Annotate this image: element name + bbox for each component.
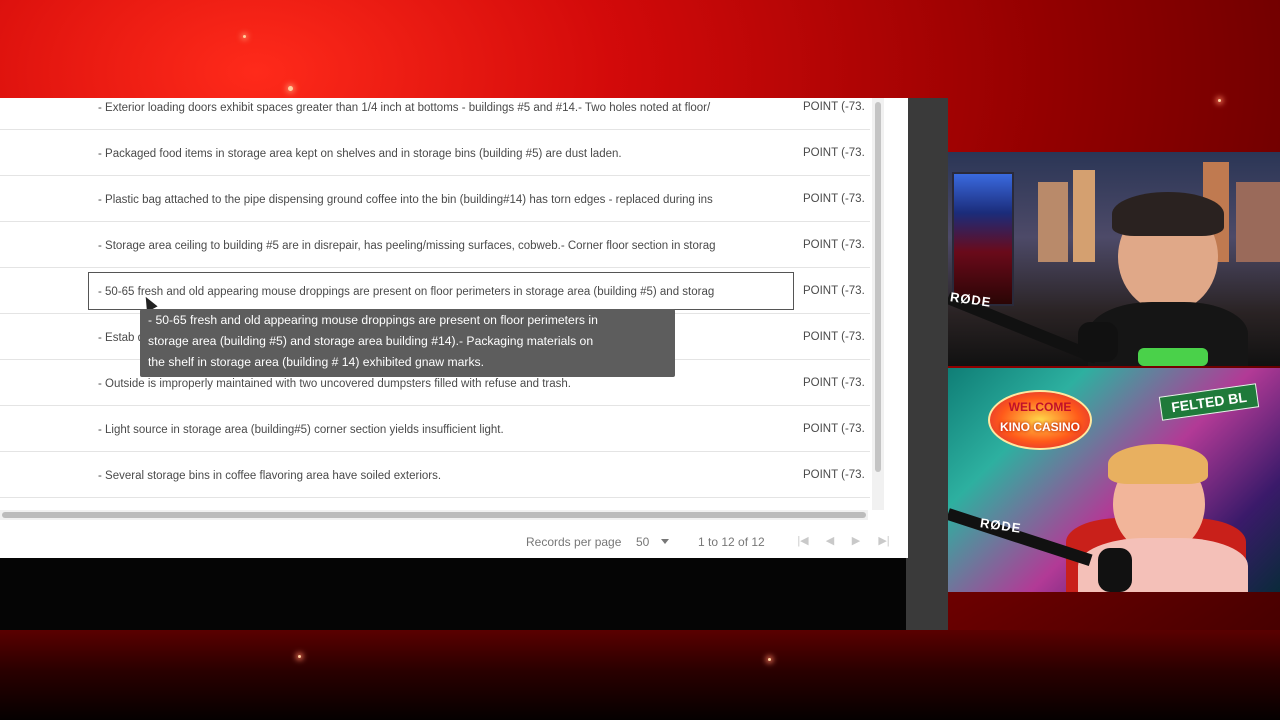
building-shape (1038, 182, 1068, 262)
location-cell: POINT (-73. (803, 285, 865, 297)
welcome-sign-top-text: WELCOME (1008, 400, 1072, 414)
description-cell: - 50-65 fresh and old appearing mouse dr… (98, 285, 715, 298)
stream-background-bottom (0, 630, 1280, 720)
street-sign: FELTED BL (1158, 383, 1260, 421)
shirt-print (1138, 348, 1208, 366)
spark-decoration (768, 658, 771, 661)
tooltip-line: storage area (building #5) and storage a… (148, 334, 594, 348)
location-cell: POINT (-73. (803, 101, 865, 113)
vertical-scrollbar[interactable] (872, 98, 884, 510)
microphone-shape (1098, 548, 1132, 592)
building-shape (1236, 182, 1280, 262)
capture-shadow (0, 558, 906, 630)
table-row[interactable]: - Light source in storage area (building… (0, 406, 870, 452)
horizontal-scrollbar[interactable] (0, 510, 868, 520)
location-cell: POINT (-73. (803, 423, 865, 435)
spark-decoration (1218, 99, 1221, 102)
location-cell: POINT (-73. (803, 469, 865, 481)
description-cell: - Plastic bag attached to the pipe dispe… (98, 193, 713, 206)
location-cell: POINT (-73. (803, 147, 865, 159)
records-per-page-label: Records per page (526, 535, 622, 549)
headphones-shape (1112, 192, 1224, 236)
table-row-selected[interactable]: - 50-65 fresh and old appearing mouse dr… (0, 268, 870, 314)
tooltip-line: the shelf in storage area (building # 14… (148, 355, 485, 369)
welcome-sign-bottom-text: KINO CASINO (999, 420, 1080, 434)
spark-decoration (243, 35, 246, 38)
table-row[interactable]: - Several storage bins in coffee flavori… (0, 452, 870, 498)
location-cell: POINT (-73. (803, 193, 865, 205)
vertical-scrollbar-thumb[interactable] (875, 102, 881, 472)
location-cell: POINT (-73. (803, 239, 865, 251)
page-range-text: 1 to 12 of 12 (698, 535, 765, 549)
table-row[interactable]: - Packaged food items in storage area ke… (0, 130, 870, 176)
description-cell: - Several storage bins in coffee flavori… (98, 469, 442, 482)
microphone-shape (1078, 322, 1118, 362)
building-shape (1073, 170, 1095, 262)
spark-decoration (298, 655, 301, 658)
description-cell: - Exterior loading doors exhibit spaces … (98, 101, 711, 114)
location-cell: POINT (-73. (803, 377, 865, 389)
description-cell: - Storage area ceiling to building #5 ar… (98, 239, 716, 252)
cell-tooltip: - 50-65 fresh and old appearing mouse dr… (140, 309, 675, 377)
chevron-down-icon[interactable] (661, 539, 669, 544)
browser-capture: - Exterior loading doors exhibit spaces … (0, 98, 908, 558)
spark-decoration (288, 86, 293, 91)
streamer-hair (1108, 444, 1208, 484)
next-page-icon[interactable]: ▶ (848, 533, 864, 549)
table-row[interactable]: - Storage area ceiling to building #5 ar… (0, 222, 870, 268)
description-cell: - Packaged food items in storage area ke… (98, 147, 622, 160)
table-row[interactable]: - Plastic bag attached to the pipe dispe… (0, 176, 870, 222)
pagination-bar: Records per page 50 1 to 12 of 12 |◀ ◀ ▶… (0, 524, 908, 558)
last-page-icon[interactable]: ▶| (876, 533, 892, 549)
prev-page-icon[interactable]: ◀ (822, 533, 838, 549)
tooltip-line: - 50-65 fresh and old appearing mouse dr… (148, 313, 598, 327)
table-row[interactable]: - Exterior loading doors exhibit spaces … (0, 98, 870, 130)
welcome-sign: WELCOME KINO CASINO (988, 390, 1092, 450)
location-cell: POINT (-73. (803, 331, 865, 343)
records-per-page-select[interactable]: 50 (636, 535, 649, 549)
capture-side-strip (906, 98, 948, 630)
first-page-icon[interactable]: |◀ (795, 533, 811, 549)
webcam-streamer-1: RØDE (948, 152, 1280, 366)
description-cell: - Light source in storage area (building… (98, 423, 504, 436)
arcade-cabinet (952, 172, 1014, 306)
horizontal-scrollbar-thumb[interactable] (2, 512, 866, 518)
webcam-streamer-2: WELCOME KINO CASINO FELTED BL RØDE (948, 368, 1280, 592)
